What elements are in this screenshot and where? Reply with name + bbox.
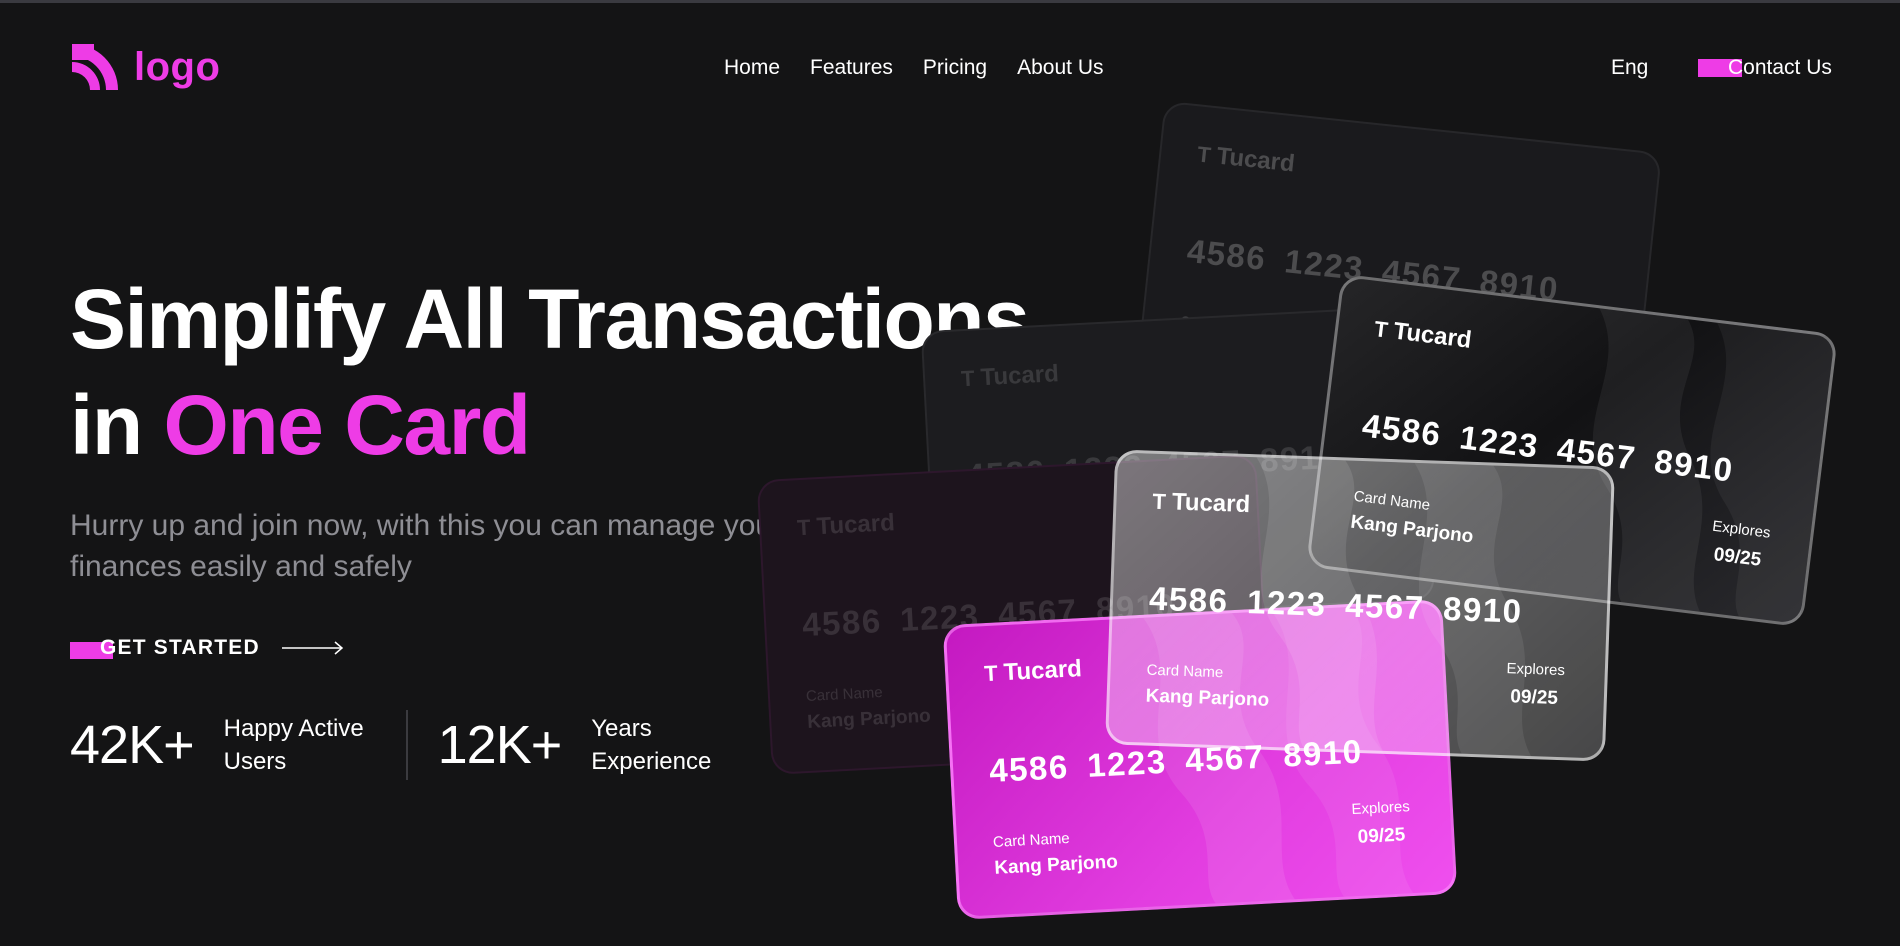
card-brand: T Tucard bbox=[796, 509, 896, 542]
site-logo[interactable]: logo bbox=[70, 42, 220, 92]
main-nav: Home Features Pricing About Us bbox=[724, 56, 1104, 80]
hero-title: Simplify All Transactions in One Card bbox=[70, 266, 1030, 478]
card-brand-name: Tucard bbox=[815, 509, 896, 541]
stat-active-users: 42K+ Happy Active Users bbox=[70, 712, 394, 778]
card-brand: T Tucard bbox=[1196, 140, 1296, 178]
hero-title-line2-prefix: in bbox=[70, 378, 164, 472]
get-started-label: GET STARTED bbox=[100, 636, 260, 659]
hero-title-line1: Simplify All Transactions bbox=[70, 272, 1030, 366]
arrow-right-icon bbox=[281, 641, 343, 655]
card-brand-name: Tucard bbox=[1215, 142, 1296, 178]
card-holder-name: Kang Parjono bbox=[806, 705, 932, 733]
card-brand-t-icon: T bbox=[796, 514, 812, 541]
card-name-label: Card Name bbox=[1146, 661, 1224, 682]
window-top-border bbox=[0, 0, 1900, 3]
hero-title-accent: One Card bbox=[163, 378, 532, 472]
card-holder-name: Kang Parjono bbox=[1145, 685, 1270, 711]
stat-value: 42K+ bbox=[70, 715, 195, 775]
contact-us-button[interactable]: Contact Us bbox=[1698, 56, 1832, 80]
card-expiry-label: Explores bbox=[1506, 660, 1566, 680]
nav-home[interactable]: Home bbox=[724, 56, 780, 80]
contact-us-label: Contact Us bbox=[1728, 56, 1832, 79]
stat-label: Years Experience bbox=[591, 715, 712, 775]
card-brand: T Tucard bbox=[960, 360, 1060, 393]
nav-pricing[interactable]: Pricing bbox=[923, 56, 987, 80]
stat-label: Happy Active Users bbox=[223, 715, 364, 775]
card-brand: T Tucard bbox=[1152, 488, 1251, 519]
card-brand-name: Tucard bbox=[1002, 655, 1083, 687]
card-name-label: Card Name bbox=[805, 683, 884, 705]
card-expiry: 09/25 bbox=[1357, 824, 1406, 848]
card-expiry: 09/25 bbox=[1509, 686, 1559, 709]
nav-about-us[interactable]: About Us bbox=[1017, 56, 1103, 80]
language-selector[interactable]: Eng bbox=[1611, 56, 1648, 80]
card-brand-t-icon: T bbox=[1152, 488, 1167, 515]
stat-value: 12K+ bbox=[437, 715, 563, 775]
card-brand-name: Tucard bbox=[1171, 488, 1251, 519]
stats-row: 42K+ Happy Active Users 12K+ Years Exper… bbox=[70, 710, 761, 780]
card-brand-name: Tucard bbox=[979, 360, 1060, 392]
card-brand-t-icon: T bbox=[960, 365, 976, 392]
card-brand-t-icon: T bbox=[1372, 316, 1390, 343]
card-brand: T Tucard bbox=[984, 655, 1083, 688]
logo-text: logo bbox=[134, 44, 221, 89]
stat-years-experience: 12K+ Years Experience bbox=[438, 712, 762, 778]
card-brand-t-icon: T bbox=[983, 660, 999, 687]
logo-signal-icon bbox=[72, 44, 118, 90]
card-brand-t-icon: T bbox=[1196, 141, 1213, 168]
stats-divider bbox=[405, 710, 408, 780]
card-glass: T Tucard 4586 1223 4567 8910 Card Name Ka… bbox=[1105, 449, 1615, 762]
nav-features[interactable]: Features bbox=[810, 56, 893, 80]
get-started-button[interactable]: GET STARTED bbox=[70, 636, 344, 660]
card-expiry-label: Explores bbox=[1351, 798, 1411, 819]
